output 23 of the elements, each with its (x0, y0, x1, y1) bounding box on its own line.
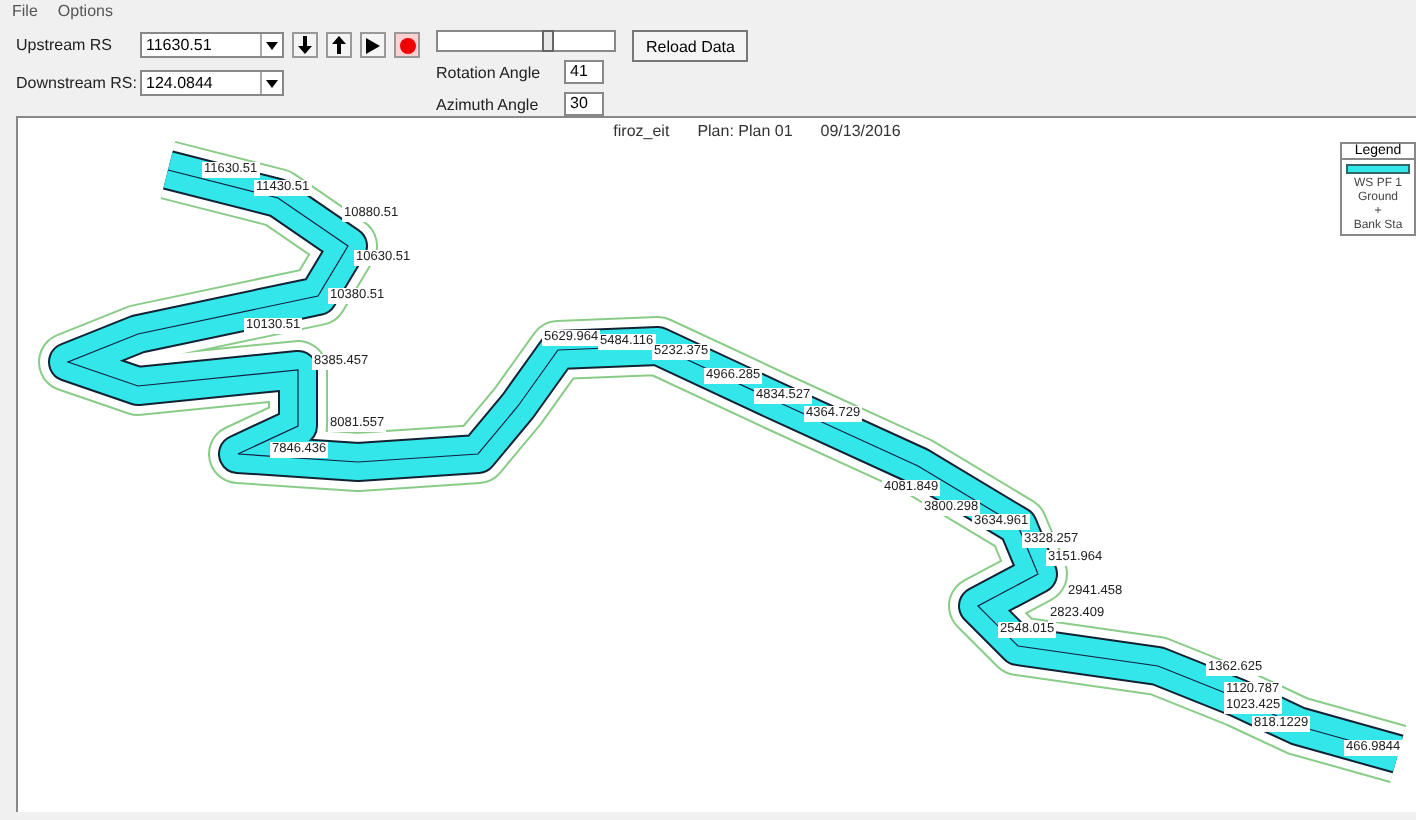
downstream-label: Downstream RS: (16, 74, 132, 92)
downstream-dropdown[interactable]: 124.0844 (140, 70, 284, 96)
caret-icon (266, 79, 278, 87)
azimuth-label: Azimuth Angle (436, 95, 541, 113)
up-button[interactable] (326, 32, 352, 58)
rotation-label: Rotation Angle (436, 63, 543, 81)
plot-title: 09/13/2016 (820, 122, 901, 140)
upstream-label: Upstream RS (16, 36, 115, 54)
down-arrow-icon (298, 36, 312, 54)
view-slider[interactable] (436, 30, 616, 52)
up-arrow-icon (332, 36, 346, 54)
upstream-dropdown[interactable]: 11630.51 (140, 32, 284, 58)
rotation-field[interactable]: 41 (564, 60, 604, 84)
menu-item[interactable]: Options (57, 2, 113, 20)
plot-title: Plan: Plan 01 (697, 122, 793, 140)
plot-title: firoz_eit (613, 122, 670, 140)
caret-icon (266, 41, 278, 49)
record-button[interactable] (394, 32, 420, 58)
menu-item[interactable]: File (12, 2, 38, 20)
reload-data-button[interactable]: Reload Data (632, 30, 749, 62)
down-button[interactable] (292, 32, 318, 58)
play-button[interactable] (360, 32, 386, 58)
azimuth-field[interactable]: 30 (564, 92, 604, 116)
